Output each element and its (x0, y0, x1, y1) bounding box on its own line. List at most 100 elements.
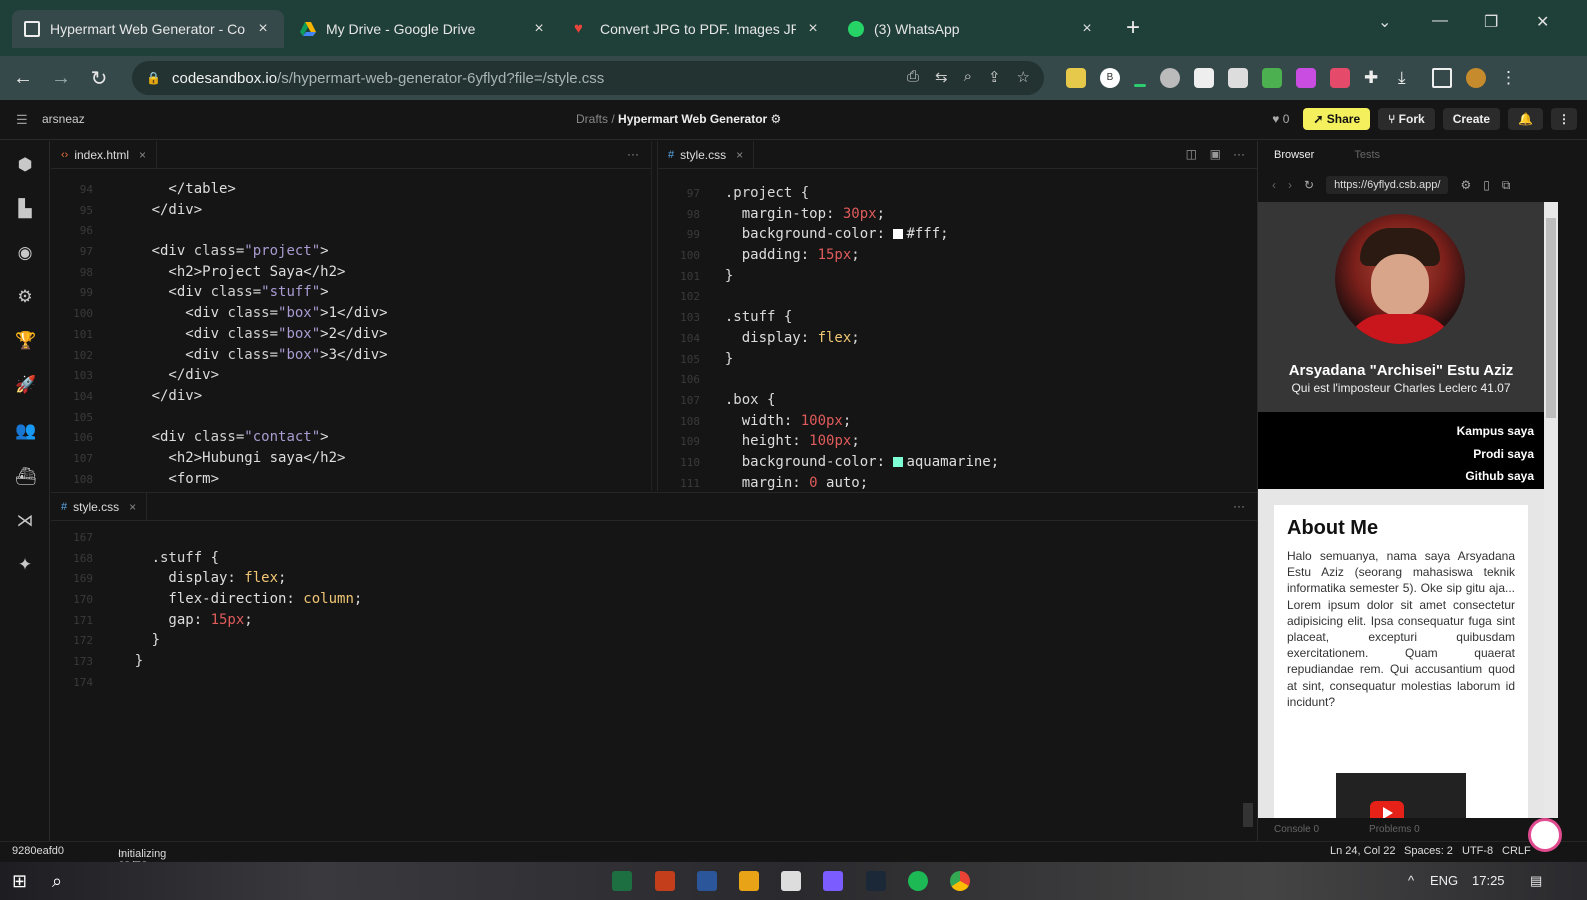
indent-spaces[interactable]: Spaces: 2 (1404, 845, 1453, 857)
code-line[interactable]: 108 width: 100px; (658, 411, 1257, 432)
preview-url-input[interactable]: https://6yflyd.csb.app/ (1326, 176, 1449, 194)
kebab-menu-icon[interactable]: ⋮ (1500, 68, 1520, 88)
extension-icon[interactable] (1228, 68, 1248, 88)
notifications-icon[interactable]: ▤ (1530, 873, 1542, 889)
preview-back-icon[interactable]: ‹ (1272, 178, 1276, 192)
code-line[interactable]: 105 (51, 407, 651, 428)
back-arrow-icon[interactable]: ← (8, 67, 38, 90)
code-line[interactable]: 102 <div class="box">3</div> (51, 345, 651, 366)
code-line[interactable]: 168 .stuff { (51, 548, 1257, 569)
extension-icon[interactable] (1296, 68, 1316, 88)
tray-up-arrow-icon[interactable]: ^ (1408, 873, 1414, 888)
vscode-icon[interactable]: ⋊ (15, 511, 35, 531)
app-icon[interactable] (823, 871, 843, 891)
chrome-icon[interactable] (950, 871, 970, 891)
maximize-icon[interactable]: ❐ (1484, 12, 1498, 32)
preview-toggle-icon[interactable]: ▣ (1210, 147, 1221, 161)
code-line[interactable]: 108 <form> (51, 469, 651, 490)
translate-icon[interactable]: ⇆ (935, 68, 948, 86)
clock[interactable]: 17:25 (1472, 873, 1505, 888)
downloads-icon[interactable]: ⤓ (1398, 68, 1418, 88)
code-line[interactable]: 97 <div class="project"> (51, 241, 651, 262)
code-line[interactable]: 104 </div> (51, 386, 651, 407)
code-line[interactable]: 107 .box { (658, 390, 1257, 411)
powerpoint-icon[interactable] (655, 871, 675, 891)
tab-whatsapp[interactable]: (3) WhatsApp × (836, 10, 1108, 48)
profile-avatar-icon[interactable] (1466, 68, 1486, 88)
hamburger-menu-icon[interactable]: ☰ (16, 112, 28, 128)
word-icon[interactable] (697, 871, 717, 891)
fork-button[interactable]: ⑂ Fork (1378, 108, 1435, 130)
code-line[interactable]: 167 (51, 527, 1257, 548)
forward-arrow-icon[interactable]: → (46, 67, 76, 90)
extension-icon[interactable] (1160, 68, 1180, 88)
docker-icon[interactable]: ⛴ (15, 467, 37, 487)
extension-icon[interactable] (1134, 83, 1146, 87)
code-line[interactable]: 173 } (51, 651, 1257, 672)
new-tab-button[interactable]: + (1126, 14, 1140, 42)
address-bar[interactable]: 🔒 codesandbox.io/s/hypermart-web-generat… (132, 61, 1044, 95)
code-line[interactable]: 98 margin-top: 30px; (658, 204, 1257, 225)
breadcrumb-drafts[interactable]: Drafts (576, 112, 608, 126)
scroll-thumb[interactable] (1546, 218, 1556, 418)
code-line[interactable]: 107 <h2>Hubungi saya</h2> (51, 448, 651, 469)
pane-more-icon[interactable]: ··· (1233, 499, 1245, 513)
tab-index-html[interactable]: ‹› index.html × (51, 141, 158, 169)
code-line[interactable]: 171 gap: 15px; (51, 610, 1257, 631)
sparkle-icon[interactable]: ✦ (15, 555, 35, 575)
code-editor[interactable]: 167 168 .stuff {169 display: flex; 170 fl… (51, 527, 1257, 693)
share-button[interactable]: ➚ Share (1303, 108, 1371, 130)
code-editor[interactable]: 94 </table> 95 </div> 96 97 <div class="pr… (51, 179, 651, 489)
search-icon[interactable]: ⌕ (52, 871, 72, 891)
tab-style-css[interactable]: # style.css × (658, 141, 755, 169)
tab-google-drive[interactable]: My Drive - Google Drive × (288, 10, 560, 48)
tab-hypermart[interactable]: Hypermart Web Generator - Co × (12, 10, 284, 48)
code-line[interactable]: 101 } (658, 266, 1257, 287)
minimize-icon[interactable]: — (1432, 12, 1448, 30)
likes-count[interactable]: ♥ 0 (1272, 112, 1289, 126)
pane-more-icon[interactable]: ··· (1233, 147, 1245, 161)
preview-forward-icon[interactable]: › (1288, 178, 1292, 192)
file-encoding[interactable]: UTF-8 (1462, 845, 1493, 857)
tab-problems[interactable]: Problems 0 (1369, 824, 1420, 835)
code-editor[interactable]: 97 .project {98 margin-top: 30px; 99 back… (658, 183, 1257, 491)
extensions-puzzle-icon[interactable]: ✚ (1364, 68, 1384, 88)
sandbox-settings-icon[interactable]: ⚙ (771, 112, 782, 126)
tab-tests[interactable]: Tests (1354, 149, 1380, 161)
excel-icon[interactable] (612, 871, 632, 891)
code-line[interactable]: 104 display: flex; (658, 328, 1257, 349)
code-line[interactable]: 100 padding: 15px; (658, 245, 1257, 266)
code-line[interactable]: 101 <div class="box">2</div> (51, 324, 651, 345)
code-line[interactable]: 111 margin: 0 auto; (658, 473, 1257, 491)
more-menu-icon[interactable]: ⋮ (1551, 108, 1577, 130)
close-tab-icon[interactable]: × (804, 20, 822, 38)
code-line[interactable]: 94 </table> (51, 179, 651, 200)
tab-search-icon[interactable]: ⌄ (1378, 12, 1391, 32)
extension-icon[interactable] (1330, 68, 1350, 88)
sublime-icon[interactable] (739, 871, 759, 891)
spotify-icon[interactable] (908, 871, 928, 891)
nav-link-prodi[interactable]: Prodi saya (1258, 443, 1544, 466)
live-users-icon[interactable]: 👥 (15, 421, 36, 441)
extension-icon[interactable] (1262, 68, 1282, 88)
deploy-rocket-icon[interactable]: 🚀 (15, 375, 36, 395)
language-indicator[interactable]: ENG (1430, 873, 1458, 888)
code-line[interactable]: 172 } (51, 630, 1257, 651)
search-icon[interactable]: ◉ (15, 243, 35, 263)
commit-hash[interactable]: 9280eafd0 (12, 845, 64, 857)
profile-avatar-icon[interactable]: B (1100, 68, 1120, 88)
code-line[interactable]: 174 (51, 672, 1257, 693)
files-icon[interactable]: ▙ (15, 199, 35, 219)
code-line[interactable]: 100 <div class="box">1</div> (51, 303, 651, 324)
tab-style-css[interactable]: # style.css × (51, 493, 148, 521)
code-line[interactable]: 105 } (658, 349, 1257, 370)
trophy-icon[interactable]: 🏆 (15, 331, 36, 351)
code-line[interactable]: 99 <div class="stuff"> (51, 282, 651, 303)
code-line[interactable]: 99 background-color: #fff; (658, 224, 1257, 245)
code-line[interactable]: 169 display: flex; (51, 568, 1257, 589)
reload-icon[interactable]: ↻ (84, 66, 114, 91)
close-tab-icon[interactable]: × (139, 148, 146, 162)
notifications-bell-icon[interactable]: 🔔 (1508, 108, 1543, 130)
code-line[interactable]: 110 background-color: aquamarine; (658, 452, 1257, 473)
code-line[interactable]: 98 <h2>Project Saya</h2> (51, 262, 651, 283)
